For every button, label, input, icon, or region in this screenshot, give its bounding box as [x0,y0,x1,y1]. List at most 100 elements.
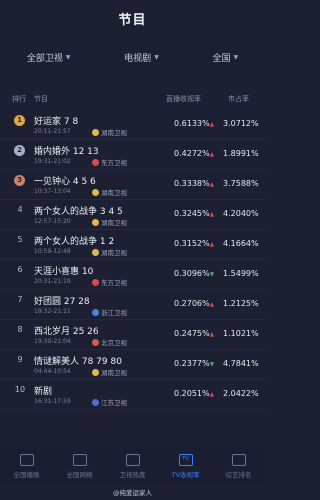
channel-logo-icon [92,308,99,316]
rating-value: 0.4272% [174,149,210,158]
air-time: 10:37-13:04 [34,188,71,195]
air-time: 19:32-21:11 [34,308,71,315]
channel: 湖南卫视 [92,127,127,137]
channel-name: 北京卫视 [101,339,127,347]
tab-icon [125,454,140,466]
market-share: 3.7588% [223,179,259,188]
rank-medal-icon: 1 [14,115,25,126]
filter-type-label: 电视剧 [124,53,152,64]
filter-region[interactable]: 全国 ▼ [213,51,239,64]
trend-up-icon: ▲ [209,121,215,128]
channel-name: 湖南卫视 [101,219,127,227]
rating-value: 0.2377% [174,359,210,368]
rating-value: 0.3096% [174,269,210,278]
trend-down-icon: ▼ [209,361,215,368]
filter-channel[interactable]: 全部卫视 ▼ [27,51,71,64]
table-row[interactable]: 9 情谜解美人 78 79 80 04:44-10:54 湖南卫视 0.2377%▼ 4.… [0,350,265,380]
table-row[interactable]: 4 两个女人的战争 3 4 5 12:57-15:20 湖南卫视 0.3245%▲ 4.2… [0,200,265,230]
program-name: 两个女人的战争 3 4 5 [34,207,123,217]
program-name: 西北岁月 25 26 [34,327,99,337]
trend-up-icon: ▲ [209,331,215,338]
rank-number: 7 [17,295,23,304]
col-share[interactable]: 直播收视率 [166,94,201,104]
tab-label: 全国播晚 [13,471,40,479]
channel-logo-icon [92,128,99,136]
col-program: 节目 [34,95,48,103]
channel: 北京卫视 [92,337,127,347]
rating-share: 0.3338%▲ [174,179,214,188]
chevron-down-icon: ▼ [233,53,239,61]
air-time: 20:11-21:57 [34,128,71,135]
trend-up-icon: ▲ [209,241,215,248]
channel-name: 东方卫视 [101,159,127,167]
program-name: 两个女人的战争 1 2 [34,237,115,247]
tab-3[interactable]: 卫视热度 [111,454,155,479]
trend-up-icon: ▲ [209,211,215,218]
table-row[interactable]: 6 天涯小喜惠 10 20:31-21:19 东方卫视 0.3096%▼ 1.5499% [0,260,265,290]
channel: 湖南卫视 [92,187,127,197]
table-header: 排行 节目 直播收视率 市占率 [0,92,265,106]
channel-name: 浙江卫视 [101,309,127,317]
rating-share: 0.2475%▲ [174,329,214,338]
table-row[interactable]: 2 婚内婚外 12 13 19:31-21:02 东方卫视 0.4272%▲ 1.8991… [0,140,265,170]
rating-share: 0.3245%▲ [174,209,214,218]
tab-label: 全国网络 [66,471,93,479]
page-header: 节目 [0,0,265,36]
rank-medal-icon: 2 [14,145,25,156]
col-market[interactable]: 市占率 [228,94,249,104]
filter-channel-label: 全部卫视 [26,53,63,64]
table-row[interactable]: 10 新剧 16:31-17:59 江苏卫视 0.2051%▲ 2.0422% [0,380,265,410]
air-time: 19:31-21:02 [34,158,71,165]
tab-2[interactable]: 全国网络 [58,454,102,479]
tab-label: 综艺排名 [225,471,252,479]
tab-5[interactable]: 综艺排名 [217,454,261,479]
rating-share: 0.3152%▲ [174,239,214,248]
filter-region-label: 全国 [212,53,231,64]
rank-number: 10 [14,385,26,394]
channel: 江苏卫视 [92,397,127,407]
table-row[interactable]: 3 一见钟心 4 5 6 10:37-13:04 湖南卫视 0.3338%▲ 3.7588… [0,170,265,200]
rank-number: 4 [17,205,23,214]
trend-up-icon: ▲ [209,181,215,188]
table-row[interactable]: 5 两个女人的战争 1 2 10:59-12:48 湖南卫视 0.3152%▲ 4.166… [0,230,265,260]
tab-label: TV收视率 [171,471,200,479]
table-row[interactable]: 7 好团圆 27 28 19:32-21:11 浙江卫视 0.2706%▲ 1.2125% [0,290,265,320]
page-title: 节目 [118,12,147,28]
program-name: 新剧 [34,387,53,397]
rating-share: 0.2051%▲ [174,389,214,398]
table-row[interactable]: 1 好运家 7 8 20:11-21:57 湖南卫视 0.6133%▲ 3.0712% [0,110,265,140]
filter-type[interactable]: 电视剧 ▼ [124,51,159,64]
rating-share: 0.3096%▼ [174,269,214,278]
rank-number: 8 [17,325,23,334]
rating-value: 0.2051% [174,389,210,398]
market-share: 1.1021% [223,329,259,338]
rank-number: 5 [17,235,23,244]
channel-logo-icon [92,248,99,256]
rating-value: 0.2475% [174,329,210,338]
channel: 东方卫视 [92,277,127,287]
rating-value: 0.3245% [174,209,210,218]
tab-4[interactable]: TV TV收视率 [164,454,208,479]
program-name: 情谜解美人 78 79 80 [34,357,122,367]
air-time: 10:59-12:48 [34,248,71,255]
air-time: 12:57-15:20 [34,218,71,225]
air-time: 04:44-10:54 [34,368,71,375]
channel-name: 东方卫视 [101,279,127,287]
trend-up-icon: ▲ [209,151,215,158]
chevron-down-icon: ▼ [154,53,159,61]
channel-name: 江苏卫视 [101,399,127,407]
rank-number: 6 [17,265,23,274]
market-share: 3.0712% [223,119,259,128]
trend-down-icon: ▼ [209,271,215,278]
air-time: 16:31-17:59 [34,398,71,405]
table-row[interactable]: 8 西北岁月 25 26 19:30-21:04 北京卫视 0.2475%▲ 1.1021… [0,320,265,350]
channel: 湖南卫视 [92,367,127,377]
channel-logo-icon [92,188,99,196]
market-share: 1.5499% [223,269,259,278]
filter-bar: 全部卫视 ▼ 电视剧 ▼ 全国 ▼ [0,44,265,70]
tab-1[interactable]: 全国播晚 [5,454,49,479]
channel-name: 湖南卫视 [101,189,127,197]
rating-value: 0.6133% [174,119,210,128]
col-rank: 排行 [12,95,26,103]
channel-logo-icon [92,218,99,226]
